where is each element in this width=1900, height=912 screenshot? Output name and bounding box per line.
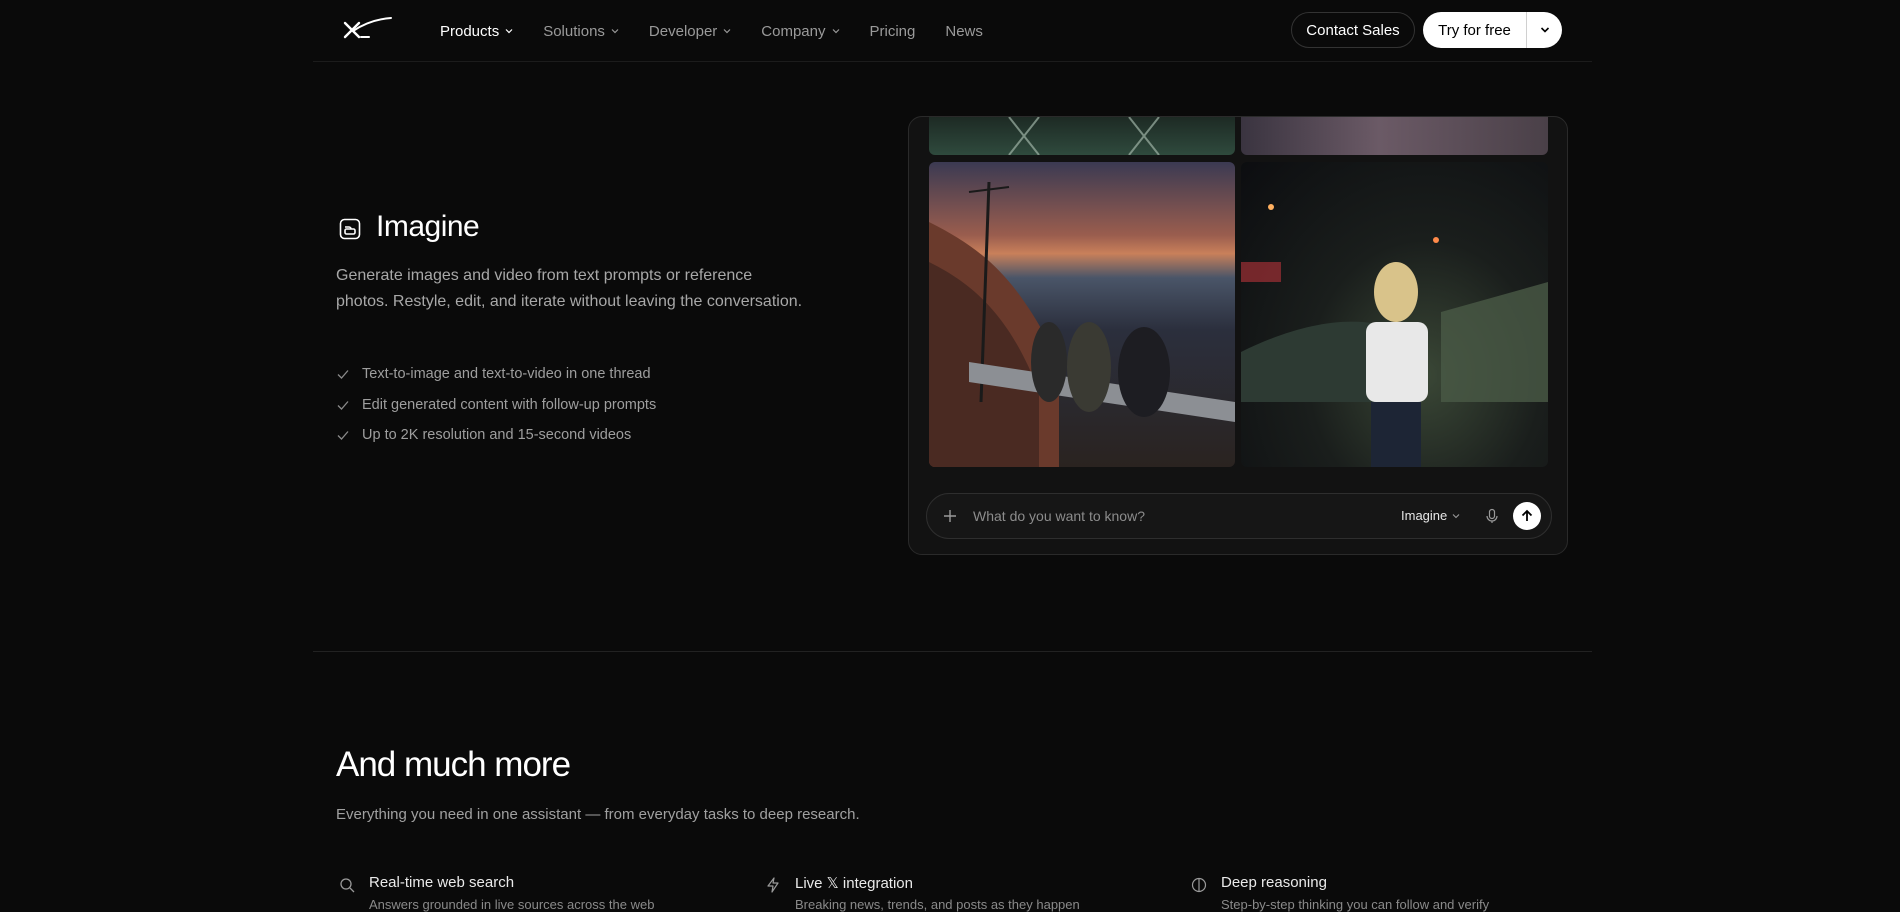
nav-developer[interactable]: Developer (649, 23, 731, 40)
imagine-bullets: Text-to-image and text-to-video in one t… (336, 359, 656, 451)
mode-label: Imagine (1401, 508, 1448, 523)
nav-pricing[interactable]: Pricing (870, 23, 916, 40)
list-item: Up to 2K resolution and 15-second videos (336, 420, 656, 451)
nav-developer-label: Developer (648, 22, 718, 40)
prompt-composer: What do you want to know? Imagine (926, 493, 1552, 539)
generated-image[interactable] (1241, 117, 1548, 155)
bolt-icon (767, 877, 779, 893)
check-icon (337, 370, 349, 380)
try-for-free-button[interactable]: Try for free (1423, 12, 1562, 48)
chevron-down-icon (611, 29, 619, 34)
imagine-title: Imagine (376, 210, 480, 243)
imagine-description: Generate images and video from text prom… (336, 267, 803, 310)
section-divider (313, 651, 1592, 652)
feature-title: Real-time web search (369, 874, 515, 891)
bullet-text: Up to 2K resolution and 15-second videos (362, 427, 632, 444)
bullet-text: Edit generated content with follow-up pr… (362, 396, 657, 413)
search-icon (340, 878, 355, 893)
image-sparkle-icon (339, 218, 361, 240)
nav-products-label: Products (440, 22, 500, 40)
xai-logo-icon[interactable] (343, 17, 393, 41)
nav-company[interactable]: Company (761, 23, 839, 40)
generated-image[interactable] (1241, 162, 1548, 467)
microphone-icon[interactable] (1484, 508, 1500, 524)
feature-title: Live 𝕏 integration (795, 875, 913, 892)
nav-pricing-label: Pricing (869, 22, 916, 40)
generated-image[interactable] (929, 117, 1235, 155)
contact-sales-button[interactable]: Contact Sales (1291, 12, 1415, 48)
check-icon (337, 431, 349, 441)
more-title: And much more (336, 745, 571, 784)
chevron-down-icon (505, 29, 513, 34)
chevron-down-icon (1540, 27, 1549, 33)
image-content (1008, 117, 1160, 155)
top-nav: Products Solutions Developer Company Pri… (0, 0, 1900, 62)
nav-links: Products Solutions Developer Company Pri… (440, 0, 1013, 62)
image-content (1241, 204, 1548, 467)
nav-products[interactable]: Products (440, 23, 513, 40)
check-icon (337, 400, 349, 410)
nav-news[interactable]: News (945, 23, 983, 40)
chevron-down-icon (832, 29, 839, 34)
list-item: Text-to-image and text-to-video in one t… (336, 359, 656, 390)
nav-news-label: News (945, 22, 983, 40)
imagine-demo-card: What do you want to know? Imagine (908, 116, 1568, 555)
nav-company-label: Company (761, 22, 826, 40)
bullet-text: Text-to-image and text-to-video in one t… (362, 366, 651, 383)
plus-icon[interactable] (943, 509, 957, 523)
image-content (929, 181, 1235, 467)
more-subtitle: Everything you need in one assistant — f… (336, 806, 860, 823)
nav-divider (313, 61, 1592, 62)
try-options-toggle[interactable] (1527, 24, 1562, 36)
feature-title: Deep reasoning (1221, 874, 1327, 891)
try-for-free-label[interactable]: Try for free (1423, 12, 1527, 48)
generated-image[interactable] (929, 162, 1235, 467)
send-button[interactable] (1513, 502, 1541, 530)
chevron-down-icon (1452, 514, 1460, 519)
nav-solutions-label: Solutions (543, 22, 605, 40)
nav-solutions[interactable]: Solutions (543, 23, 619, 40)
mode-selector[interactable]: Imagine (1401, 494, 1460, 538)
chevron-down-icon (723, 29, 731, 34)
reasoning-icon (1191, 877, 1207, 893)
list-item: Edit generated content with follow-up pr… (336, 390, 656, 421)
prompt-input[interactable]: What do you want to know? (973, 494, 1145, 538)
arrow-up-icon (1521, 509, 1533, 521)
